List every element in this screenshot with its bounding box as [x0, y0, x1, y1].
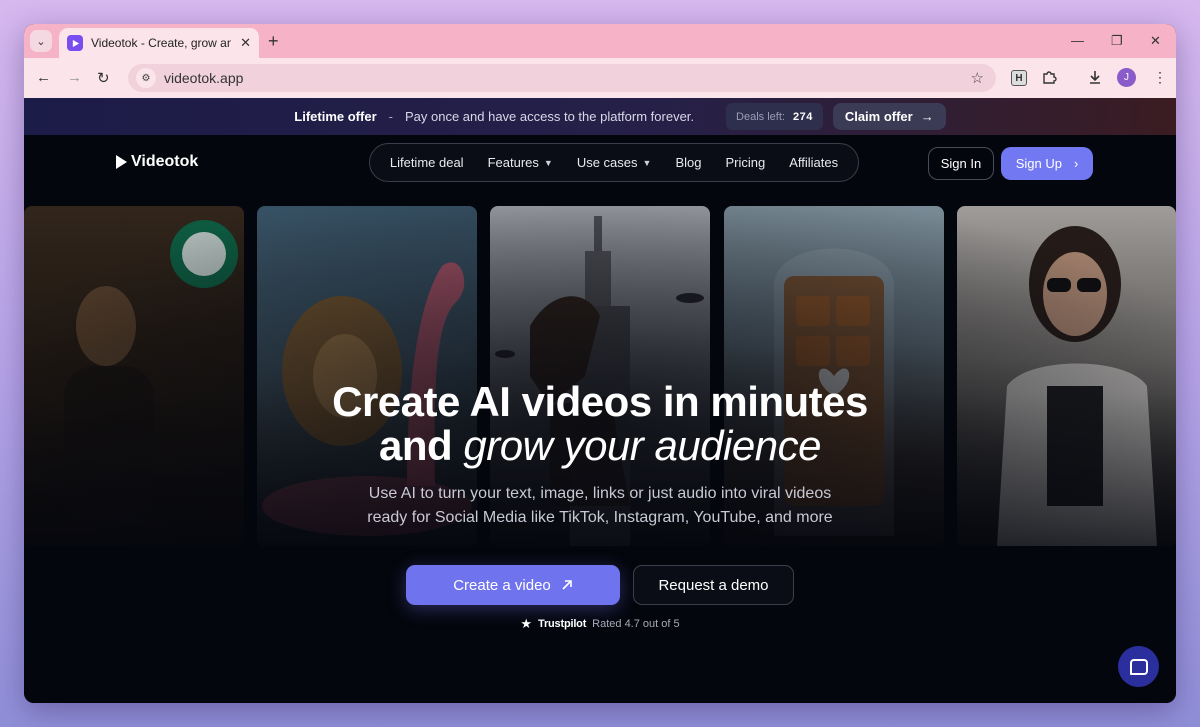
address-bar: ← → ↻ ⚙ videotok.app ☆ H J ⋮ — [24, 58, 1176, 98]
reload-icon[interactable]: ↻ — [97, 69, 110, 87]
url-text[interactable]: videotok.app — [164, 70, 243, 86]
chevron-down-icon: ▼ — [543, 157, 553, 168]
maximize-icon[interactable]: ❐ — [1111, 33, 1123, 49]
browser-menu-icon[interactable]: ⋮ — [1153, 69, 1167, 86]
active-tab[interactable]: Videotok - Create, grow and sc ✕ — [59, 28, 259, 58]
sign-up-button[interactable]: Sign Up › — [1001, 147, 1093, 180]
download-icon[interactable] — [1087, 69, 1103, 88]
new-tab-icon[interactable]: + — [268, 31, 279, 52]
tab-title: Videotok - Create, grow and sc — [91, 36, 231, 50]
create-video-label: Create a video — [453, 576, 551, 594]
chat-support-button[interactable] — [1118, 646, 1159, 687]
chat-icon — [1129, 658, 1148, 675]
videotok-favicon-icon — [67, 35, 83, 51]
deals-left-label: Deals left: — [736, 110, 785, 123]
trustpilot-rating[interactable]: ★ Trustpilot Rated 4.7 out of 5 — [24, 616, 1176, 632]
back-icon[interactable]: ← — [36, 69, 51, 86]
trustpilot-name: Trustpilot — [538, 618, 587, 630]
sign-up-label: Sign Up — [1015, 156, 1062, 171]
chevron-right-icon: › — [1073, 156, 1079, 171]
chevron-down-icon: ▼ — [642, 157, 652, 168]
page-content: Lifetime offer - Pay once and have acces… — [24, 98, 1176, 703]
arrow-right-icon: → — [920, 109, 934, 124]
bookmark-star-icon[interactable]: ☆ — [971, 69, 984, 87]
main-menu: Lifetime deal Features ▼ Use cases ▼ Blog … — [369, 143, 859, 182]
request-demo-button[interactable]: Request a demo — [633, 565, 794, 605]
cta-row: Create a video Request a demo — [24, 565, 1176, 605]
videotok-logo[interactable]: Videotok — [116, 153, 198, 171]
offer-text: Pay once and have access to the platform… — [404, 109, 695, 124]
profile-avatar[interactable]: J — [1117, 68, 1136, 87]
menu-features[interactable]: Features ▼ — [488, 155, 553, 170]
lifetime-offer-bar: Lifetime offer - Pay once and have acces… — [24, 98, 1176, 135]
play-logo-icon — [116, 155, 127, 169]
logo-text: Videotok — [131, 153, 199, 170]
sign-in-button[interactable]: Sign In — [928, 147, 994, 180]
deals-left-badge: Deals left: 274 — [726, 103, 823, 130]
menu-lifetime-deal[interactable]: Lifetime deal — [390, 155, 464, 170]
menu-affiliates[interactable]: Affiliates — [789, 155, 838, 170]
claim-offer-label: Claim offer — [844, 109, 913, 124]
close-window-icon[interactable]: ✕ — [1150, 33, 1161, 49]
create-video-button[interactable]: Create a video — [406, 565, 620, 605]
menu-blog[interactable]: Blog — [675, 155, 701, 170]
rating-text: Rated 4.7 out of 5 — [592, 618, 680, 630]
site-info-icon[interactable]: ⚙ — [136, 68, 156, 88]
forward-icon[interactable]: → — [67, 69, 82, 86]
offer-separator: - — [388, 109, 393, 124]
extensions-puzzle-icon[interactable] — [1041, 69, 1057, 88]
omnibox[interactable]: ⚙ videotok.app ☆ — [128, 64, 996, 92]
arrow-up-right-icon — [562, 580, 572, 590]
deals-left-count: 274 — [792, 110, 813, 123]
extension-h-icon[interactable]: H — [1011, 70, 1027, 86]
tab-close-icon[interactable]: ✕ — [240, 35, 251, 51]
trustpilot-star-icon: ★ — [520, 616, 533, 631]
hero-title-italic: grow your audience — [463, 422, 821, 469]
tab-bar: ⌄ Videotok - Create, grow and sc ✕ + — ❐… — [24, 24, 1176, 58]
hero-title-line1: Create AI videos in minutes — [332, 378, 868, 425]
hero-title-line2: and grow your audience — [379, 422, 821, 469]
site-nav: Videotok Lifetime deal Features ▼ Use cas… — [24, 135, 1176, 191]
hero-subtitle: Use AI to turn your text, image, links o… — [367, 485, 833, 526]
browser-window: ⌄ Videotok - Create, grow and sc ✕ + — ❐… — [24, 24, 1176, 703]
minimize-icon[interactable]: — — [1071, 33, 1084, 48]
tab-search-chevron-icon[interactable]: ⌄ — [30, 30, 52, 52]
menu-pricing[interactable]: Pricing — [725, 155, 765, 170]
menu-use-cases[interactable]: Use cases ▼ — [577, 155, 652, 170]
hero-section: Create AI videos in minutes and grow you… — [24, 380, 1176, 530]
claim-offer-button[interactable]: Claim offer → — [832, 103, 946, 130]
offer-title: Lifetime offer — [294, 109, 377, 124]
